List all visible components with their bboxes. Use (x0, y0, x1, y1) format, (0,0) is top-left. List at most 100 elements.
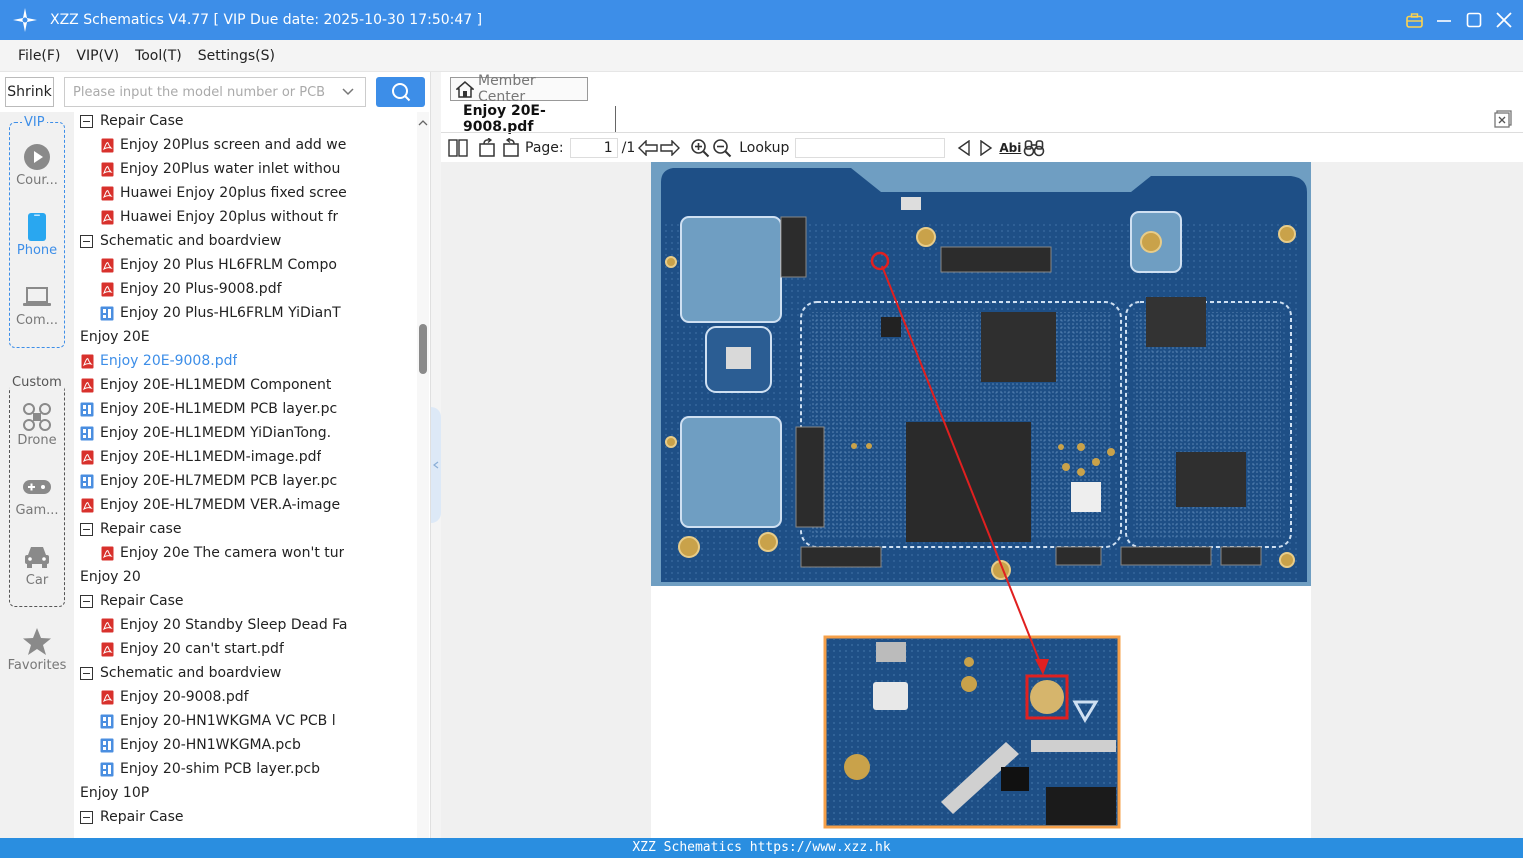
pdf-file-icon (100, 185, 114, 201)
rail-item-computer[interactable]: Com... (0, 282, 74, 328)
pdf-file-icon (100, 641, 114, 657)
tree-file[interactable]: Enjoy 20Plus screen and add we (100, 133, 405, 157)
rail-item-phone[interactable]: Phone (0, 212, 74, 258)
menu-vip[interactable]: VIP(V) (76, 48, 119, 64)
search-button[interactable] (376, 77, 425, 107)
tree-file[interactable]: Enjoy 20E-9008.pdf (80, 349, 405, 373)
tree-item-label: Enjoy 20-HN1WKGMA VC PCB l (120, 713, 336, 729)
pdf-file-icon (100, 161, 114, 177)
close-icon[interactable] (1495, 11, 1513, 29)
rotate-right-icon[interactable] (499, 137, 521, 159)
tree-item-label: Enjoy 20E-HL1MEDM YiDianTong. (100, 425, 332, 441)
tree-file[interactable]: Enjoy 20 Plus HL6FRLM Compo (100, 253, 405, 277)
member-center-button[interactable]: Member Center (450, 73, 588, 105)
tree-file[interactable]: Enjoy 20E-HL1MEDM PCB layer.pc (80, 397, 405, 421)
tree-file[interactable]: Enjoy 20 Plus-9008.pdf (100, 277, 405, 301)
dual-page-icon[interactable] (447, 137, 469, 159)
briefcase-icon[interactable] (1405, 11, 1423, 29)
panel-splitter[interactable] (430, 72, 441, 838)
menu-file[interactable]: File(F) (18, 48, 60, 64)
rotate-left-icon[interactable] (477, 137, 499, 159)
chevron-down-icon[interactable] (341, 84, 355, 102)
tree-file[interactable]: Huawei Enjoy 20plus fixed scree (100, 181, 405, 205)
tree-item-label: Enjoy 20 can't start.pdf (120, 641, 284, 657)
close-tab-icon[interactable] (1494, 110, 1512, 132)
tree-scroll-thumb[interactable] (419, 324, 427, 374)
lookup-label: Lookup (739, 140, 790, 156)
tree-scrollbar[interactable] (417, 112, 429, 838)
collapse-handle[interactable] (431, 407, 441, 523)
home-icon (456, 80, 474, 98)
tree-file[interactable]: Enjoy 20E-HL1MEDM YiDianTong. (80, 421, 405, 445)
tree-file[interactable]: Enjoy 20-HN1WKGMA.pcb (100, 733, 405, 757)
match-case-icon[interactable]: Abi (997, 137, 1023, 159)
collapse-toggle-icon[interactable] (80, 810, 93, 824)
tree-folder[interactable]: Enjoy 20E (74, 325, 405, 349)
tree-item-label: Repair case (100, 521, 182, 537)
page-label: Page: (525, 140, 564, 156)
lookup-input[interactable] (795, 138, 946, 158)
rail-item-car[interactable]: Car (0, 542, 74, 588)
maximize-icon[interactable] (1465, 11, 1483, 29)
rail-item-drone[interactable]: Drone (0, 402, 74, 448)
rail-item-favorites[interactable]: Favorites (0, 627, 74, 673)
menu-settings[interactable]: Settings(S) (198, 48, 275, 64)
rail-item-courses[interactable]: Cour... (0, 142, 74, 188)
tree-file[interactable]: Enjoy 20E-HL7MEDM VER.A-image (80, 493, 405, 517)
collapse-toggle-icon[interactable] (80, 522, 93, 536)
document-tab[interactable]: Enjoy 20E-9008.pdf (448, 103, 616, 135)
pdf-toolbar: Page: /1 Lookup Abi (441, 135, 1523, 161)
tree-folder[interactable]: Repair Case (80, 112, 405, 133)
title-bar: XZZ Schematics V4.77 [ VIP Due date: 202… (0, 0, 1523, 40)
tree-folder[interactable]: Enjoy 10P (74, 781, 405, 805)
collapse-toggle-icon[interactable] (80, 666, 93, 680)
app-logo-icon (11, 6, 39, 34)
tree-file[interactable]: Enjoy 20 can't start.pdf (100, 637, 405, 661)
previous-page-icon[interactable] (637, 137, 659, 159)
tree-file[interactable]: Enjoy 20E-HL1MEDM Component (80, 373, 405, 397)
page-number-input[interactable] (569, 138, 618, 158)
minimize-icon[interactable] (1435, 11, 1453, 29)
tree-folder[interactable]: Enjoy 20 (74, 565, 405, 589)
tree-file[interactable]: Enjoy 20 Standby Sleep Dead Fa (100, 613, 405, 637)
tree-file[interactable]: Enjoy 20E-HL7MEDM PCB layer.pc (80, 469, 405, 493)
tree-file[interactable]: Enjoy 20Plus water inlet withou (100, 157, 405, 181)
tree-folder[interactable]: Repair case (80, 517, 405, 541)
tree-item-label: Enjoy 20Plus screen and add we (120, 137, 347, 153)
zoom-out-icon[interactable] (711, 137, 733, 159)
tree-file[interactable]: Enjoy 20e The camera won't tur (100, 541, 405, 565)
next-page-icon[interactable] (659, 137, 681, 159)
tree-item-label: Repair Case (100, 809, 184, 825)
find-previous-icon[interactable] (953, 137, 975, 159)
find-next-icon[interactable] (975, 137, 997, 159)
pdf-file-icon (80, 377, 94, 393)
chevron-up-icon[interactable] (418, 115, 428, 131)
pdf-file-icon (80, 497, 94, 513)
collapse-toggle-icon[interactable] (80, 114, 93, 128)
tree-file[interactable]: Enjoy 20-HN1WKGMA VC PCB l (100, 709, 405, 733)
tree-file[interactable]: Enjoy 20E-HL1MEDM-image.pdf (80, 445, 405, 469)
pdf-file-icon (80, 353, 94, 369)
shrink-button[interactable]: Shrink (5, 77, 54, 107)
window-title: XZZ Schematics V4.77 [ VIP Due date: 202… (50, 12, 483, 28)
tree-file[interactable]: Enjoy 20-shim PCB layer.pcb (100, 757, 405, 781)
search-input[interactable] (73, 84, 333, 100)
tree-file[interactable]: Huawei Enjoy 20plus without fr (100, 205, 405, 229)
collapse-toggle-icon[interactable] (80, 234, 93, 248)
tree-file[interactable]: Enjoy 20-9008.pdf (100, 685, 405, 709)
tree-folder[interactable]: Repair Case (80, 589, 405, 613)
binoculars-icon[interactable] (1023, 137, 1045, 159)
tree-file[interactable]: Enjoy 20 Plus-HL6FRLM YiDianT (100, 301, 405, 325)
collapse-toggle-icon[interactable] (80, 594, 93, 608)
menu-tool[interactable]: Tool(T) (135, 48, 182, 64)
rail-item-game[interactable]: Gam... (0, 472, 74, 518)
tree-folder[interactable]: Repair Case (80, 805, 405, 829)
tree-folder[interactable]: Schematic and boardview (80, 229, 405, 253)
search-combobox[interactable] (64, 77, 366, 107)
pdf-viewer[interactable] (441, 162, 1523, 838)
tree-item-label: Huawei Enjoy 20plus without fr (120, 209, 339, 225)
tree-item-label: Huawei Enjoy 20plus fixed scree (120, 185, 347, 201)
zoom-in-icon[interactable] (689, 137, 711, 159)
tree-folder[interactable]: Schematic and boardview (80, 661, 405, 685)
pcb-file-icon (100, 737, 114, 753)
